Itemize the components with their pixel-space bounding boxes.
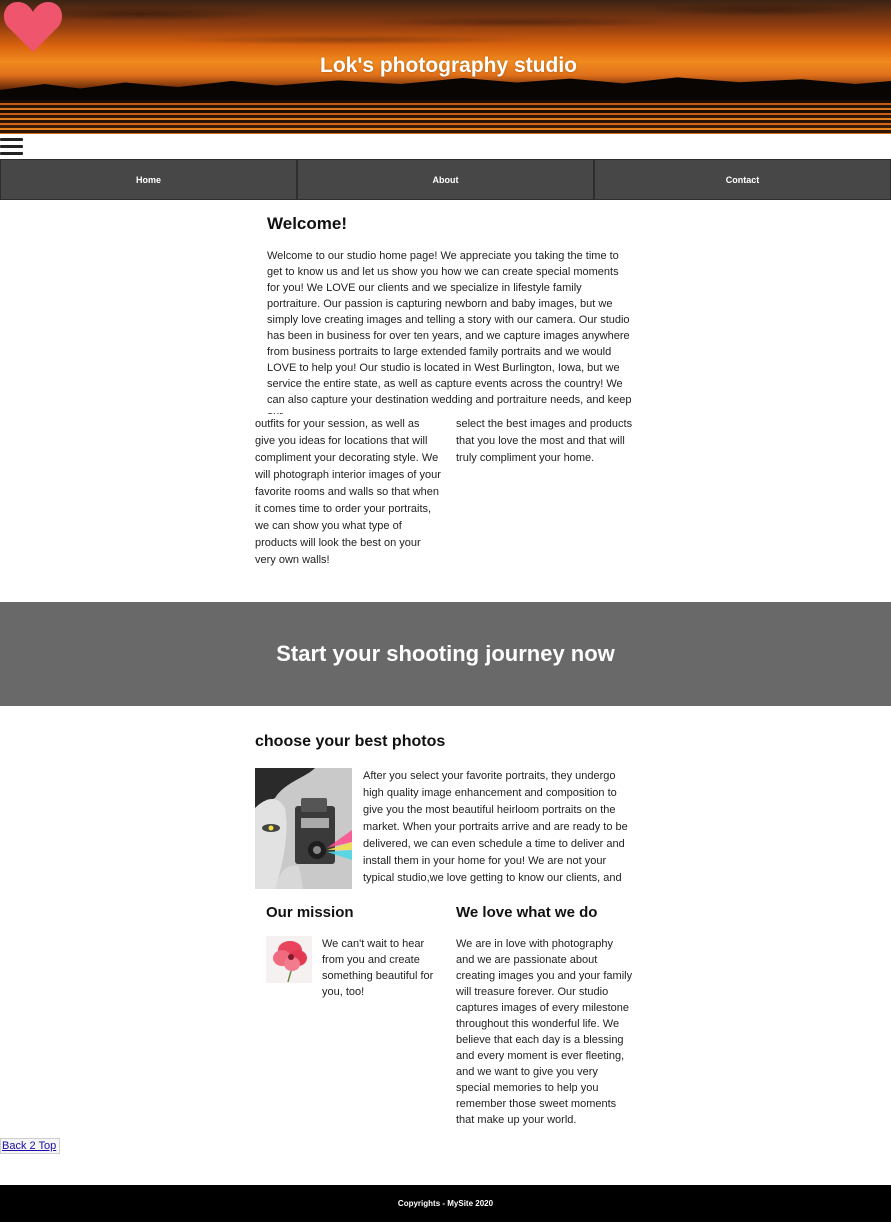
journey-heading: Start your shooting journey now	[276, 641, 615, 666]
journey-banner: Start your shooting journey now	[0, 602, 891, 706]
lake-reflection	[0, 100, 891, 134]
back-to-top-link[interactable]: Back 2 Top	[0, 1138, 61, 1154]
love-heading: We love what we do	[456, 904, 598, 921]
nav-item-about[interactable]: About	[297, 159, 594, 200]
nav-item-home[interactable]: Home	[0, 159, 297, 200]
welcome-heading: Welcome!	[267, 214, 347, 233]
footer: Copyrights - MySite 2020	[0, 1185, 891, 1222]
header-banner: Lok's photography studio	[0, 0, 891, 134]
footer-copyright: Copyrights - MySite 2020	[397, 1199, 494, 1208]
heart-icon	[3, 2, 63, 52]
camera-woman-image	[255, 768, 352, 889]
welcome-text: Welcome to our studio home page! We appr…	[267, 250, 632, 414]
welcome-column-left: outfits for your session, as well as giv…	[255, 418, 441, 566]
nav-item-contact[interactable]: Contact	[594, 159, 891, 200]
flower-image	[266, 936, 312, 983]
mission-text: We can't wait to hear from you and creat…	[322, 938, 434, 998]
site-title: Lok's photography studio	[320, 54, 577, 77]
main-nav: Home About Contact	[0, 159, 891, 200]
sunset-clouds	[0, 0, 891, 60]
hamburger-menu-icon[interactable]	[0, 138, 24, 156]
welcome-column-right: select the best images and products that…	[456, 418, 633, 464]
mission-heading: Our mission	[266, 904, 354, 921]
choose-heading: choose your best photos	[255, 733, 446, 750]
choose-text: After you select your favorite portraits…	[363, 770, 628, 884]
love-text: We are in love with photography and we a…	[456, 938, 633, 1126]
